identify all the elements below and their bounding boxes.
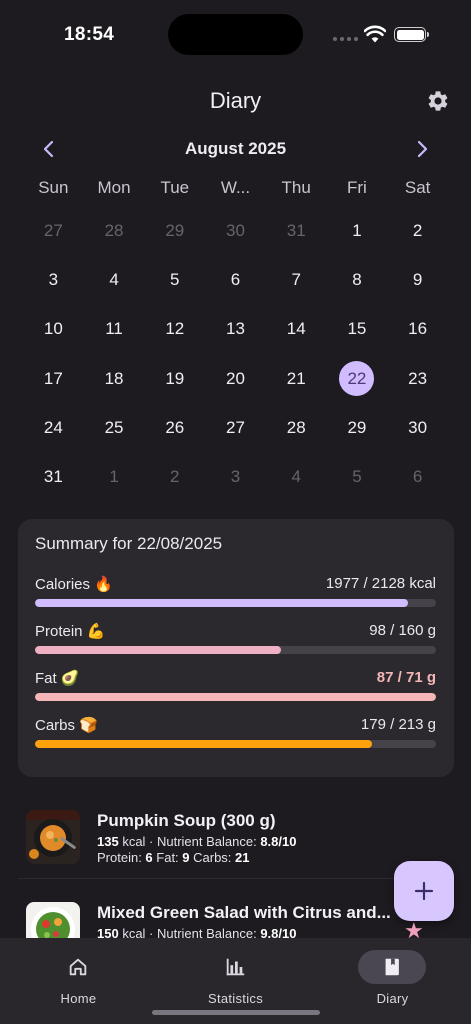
plus-icon (414, 881, 434, 901)
nutrient-value: 1977 / 2128 kcal (325, 575, 436, 592)
calendar-day[interactable]: 24 (23, 403, 84, 452)
nutrient-value: 179 / 213 g (360, 716, 436, 733)
calendar-day[interactable]: 21 (266, 354, 327, 403)
meal-thumbnail (26, 810, 80, 864)
nutrient-progress-track (35, 599, 436, 607)
page-title: Diary (209, 88, 262, 113)
calendar-day[interactable]: 2 (144, 452, 205, 501)
nav-item-home[interactable]: Home (0, 938, 157, 1008)
calendar-day[interactable]: 31 (266, 206, 327, 255)
weekday-label: Tue (160, 178, 190, 197)
calendar-day[interactable]: 28 (84, 206, 145, 255)
nutrient-value: 87 / 71 g (376, 669, 436, 686)
battery-icon (394, 27, 429, 42)
calendar-day[interactable]: 16 (387, 305, 448, 354)
calendar-day[interactable]: 7 (266, 255, 327, 304)
calendar-day[interactable]: 5 (144, 255, 205, 304)
meal-name: Pumpkin Soup (300 g) (97, 811, 276, 830)
calendar-day[interactable]: 6 (205, 255, 266, 304)
calendar-day[interactable]: 30 (205, 206, 266, 255)
calendar-day[interactable]: 11 (84, 305, 145, 354)
calendar-day[interactable]: 18 (84, 354, 145, 403)
nutrient-progress-track (35, 740, 436, 748)
weekday-header: Sun Mon Tue W... Thu Fri Sat (23, 178, 448, 198)
calendar-day[interactable]: 3 (205, 452, 266, 501)
nutrient-label: Fat 🥑 (35, 670, 80, 687)
cellular-signal-icon (333, 37, 358, 41)
nutrient-value: 98 / 160 g (369, 622, 436, 639)
calendar-day[interactable]: 6 (387, 452, 448, 501)
calendar-day[interactable]: 31 (23, 452, 84, 501)
status-time: 18:54 (64, 24, 115, 45)
calendar-day[interactable]: 29 (144, 206, 205, 255)
calendar-day[interactable]: 13 (205, 305, 266, 354)
calendar-day-selected[interactable]: 22 (327, 354, 388, 403)
calendar-day[interactable]: 27 (205, 403, 266, 452)
calendar-day[interactable]: 12 (144, 305, 205, 354)
calendar-day[interactable]: 27 (23, 206, 84, 255)
weekday-label: Fri (347, 178, 367, 197)
calendar-day[interactable]: 3 (23, 255, 84, 304)
calendar-day[interactable]: 2 (387, 206, 448, 255)
book-icon (385, 958, 399, 976)
nutrient-label: Protein 💪 (35, 623, 106, 640)
calendar-day[interactable]: 19 (144, 354, 205, 403)
nutrient-label: Carbs 🍞 (35, 717, 98, 734)
calendar-grid: 27 28 29 30 31 1 2 3 4 5 6 7 8 9 10 11 12 13 14 15 16 17 18 19 2… (23, 206, 448, 502)
weekday-label: Sat (404, 178, 431, 197)
summary-title: Summary for 22/08/2025 (35, 534, 223, 553)
month-label: August 2025 (184, 139, 287, 158)
dynamic-island (168, 14, 303, 55)
nav-label: Home (60, 991, 97, 1006)
meal-calories-balance: 135 kcal · Nutrient Balance: 8.8/10 (97, 834, 297, 849)
calendar-day[interactable]: 4 (266, 452, 327, 501)
status-bar: 18:54 (0, 0, 471, 70)
weekday-label: W... (220, 178, 251, 197)
nutrient-progress-fill (35, 693, 436, 701)
weekday-label: Sun (38, 178, 69, 197)
meal-name: Mixed Green Salad with Citrus and... (97, 903, 391, 922)
calendar-day[interactable]: 30 (387, 403, 448, 452)
calendar-day[interactable]: 17 (23, 354, 84, 403)
add-meal-button[interactable] (394, 861, 454, 921)
meal-divider (18, 878, 454, 879)
nav-label: Diary (376, 991, 409, 1006)
next-month-chevron-icon[interactable] (411, 138, 433, 160)
calendar-day[interactable]: 5 (327, 452, 388, 501)
home-icon (69, 958, 87, 976)
nutrient-label: Calories 🔥 (35, 576, 113, 593)
calendar-day[interactable]: 20 (205, 354, 266, 403)
nutrient-progress-fill (35, 646, 281, 654)
calendar-day[interactable]: 25 (84, 403, 145, 452)
nutrient-progress-track (35, 646, 436, 654)
calendar-day[interactable]: 28 (266, 403, 327, 452)
wifi-icon (364, 25, 386, 43)
home-indicator[interactable] (152, 1010, 320, 1015)
calendar-day[interactable]: 8 (327, 255, 388, 304)
nutrient-progress-fill (35, 599, 408, 607)
calendar-day[interactable]: 9 (387, 255, 448, 304)
month-navigation: August 2025 (0, 136, 471, 162)
calendar-day[interactable]: 26 (144, 403, 205, 452)
weekday-label: Mon (97, 178, 131, 197)
calendar-day[interactable]: 1 (327, 206, 388, 255)
calendar-day[interactable]: 15 (327, 305, 388, 354)
calendar-day[interactable]: 10 (23, 305, 84, 354)
calendar-day[interactable]: 1 (84, 452, 145, 501)
weekday-label: Thu (281, 178, 311, 197)
bar-chart-icon (226, 958, 245, 976)
nutrient-progress-track (35, 693, 436, 701)
nav-item-statistics[interactable]: Statistics (157, 938, 314, 1008)
nutrient-progress-fill (35, 740, 372, 748)
calendar-day[interactable]: 29 (327, 403, 388, 452)
gear-icon[interactable] (426, 89, 450, 113)
nav-label: Statistics (207, 991, 263, 1006)
calendar-day[interactable]: 4 (84, 255, 145, 304)
calendar-day[interactable]: 23 (387, 354, 448, 403)
nav-item-diary[interactable]: Diary (314, 938, 471, 1008)
calendar-day[interactable]: 14 (266, 305, 327, 354)
meal-macros: Protein: 6 Fat: 9 Carbs: 21 (97, 850, 250, 865)
daily-summary-card: Summary for 22/08/2025 Calories 🔥 1977 / … (18, 519, 454, 777)
